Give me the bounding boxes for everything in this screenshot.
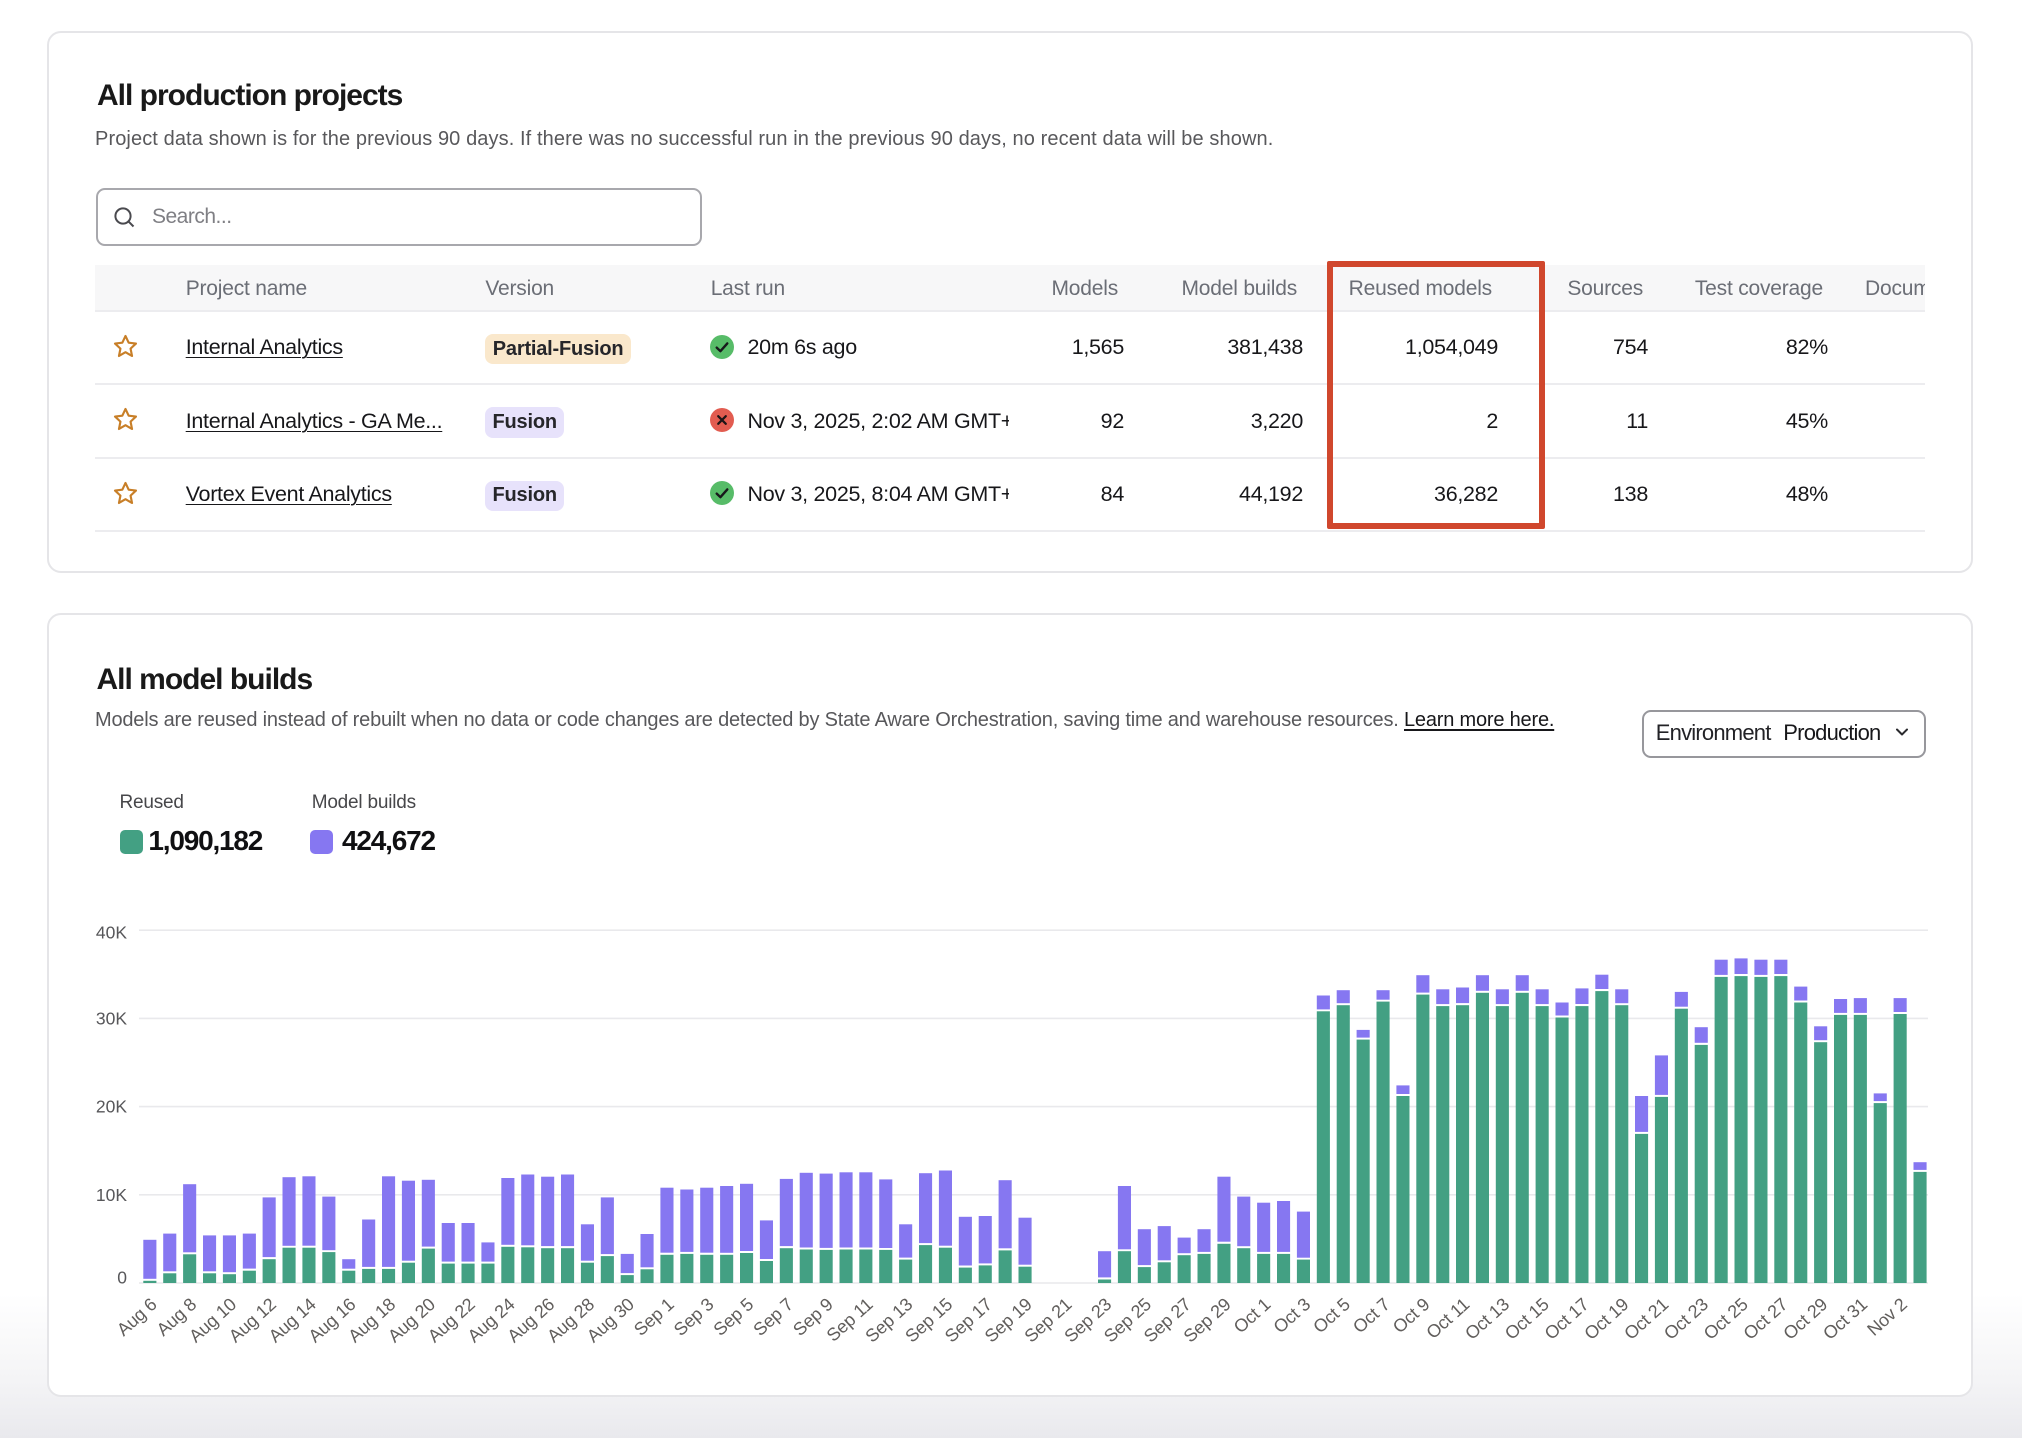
svg-text:Oct 23: Oct 23 [1660,1294,1712,1344]
svg-text:Oct 13: Oct 13 [1461,1294,1513,1344]
svg-text:Oct 1: Oct 1 [1230,1294,1275,1337]
svg-text:Sep 1: Sep 1 [630,1294,678,1340]
svg-text:20K: 20K [96,1097,127,1117]
svg-text:Nov 2: Nov 2 [1863,1294,1911,1340]
svg-text:Oct 27: Oct 27 [1740,1294,1792,1344]
svg-text:Oct 7: Oct 7 [1349,1294,1394,1337]
svg-text:Oct 5: Oct 5 [1309,1294,1354,1337]
svg-text:Oct 15: Oct 15 [1501,1294,1553,1344]
svg-text:Sep 3: Sep 3 [670,1294,718,1340]
svg-text:Aug 6: Aug 6 [113,1294,161,1340]
svg-text:0: 0 [117,1268,127,1288]
svg-text:Oct 17: Oct 17 [1541,1294,1593,1344]
svg-text:Oct 21: Oct 21 [1620,1294,1672,1344]
svg-text:Sep 5: Sep 5 [710,1294,758,1340]
svg-text:40K: 40K [96,923,127,943]
svg-text:Oct 11: Oct 11 [1422,1294,1473,1343]
svg-text:Oct 29: Oct 29 [1779,1294,1831,1344]
svg-text:Oct 19: Oct 19 [1580,1294,1632,1344]
svg-text:Sep 7: Sep 7 [749,1294,797,1340]
svg-text:Oct 25: Oct 25 [1700,1294,1752,1344]
svg-text:Oct 31: Oct 31 [1819,1294,1871,1344]
svg-text:Oct 3: Oct 3 [1270,1294,1315,1337]
svg-text:10K: 10K [96,1185,127,1205]
svg-text:30K: 30K [96,1008,127,1028]
